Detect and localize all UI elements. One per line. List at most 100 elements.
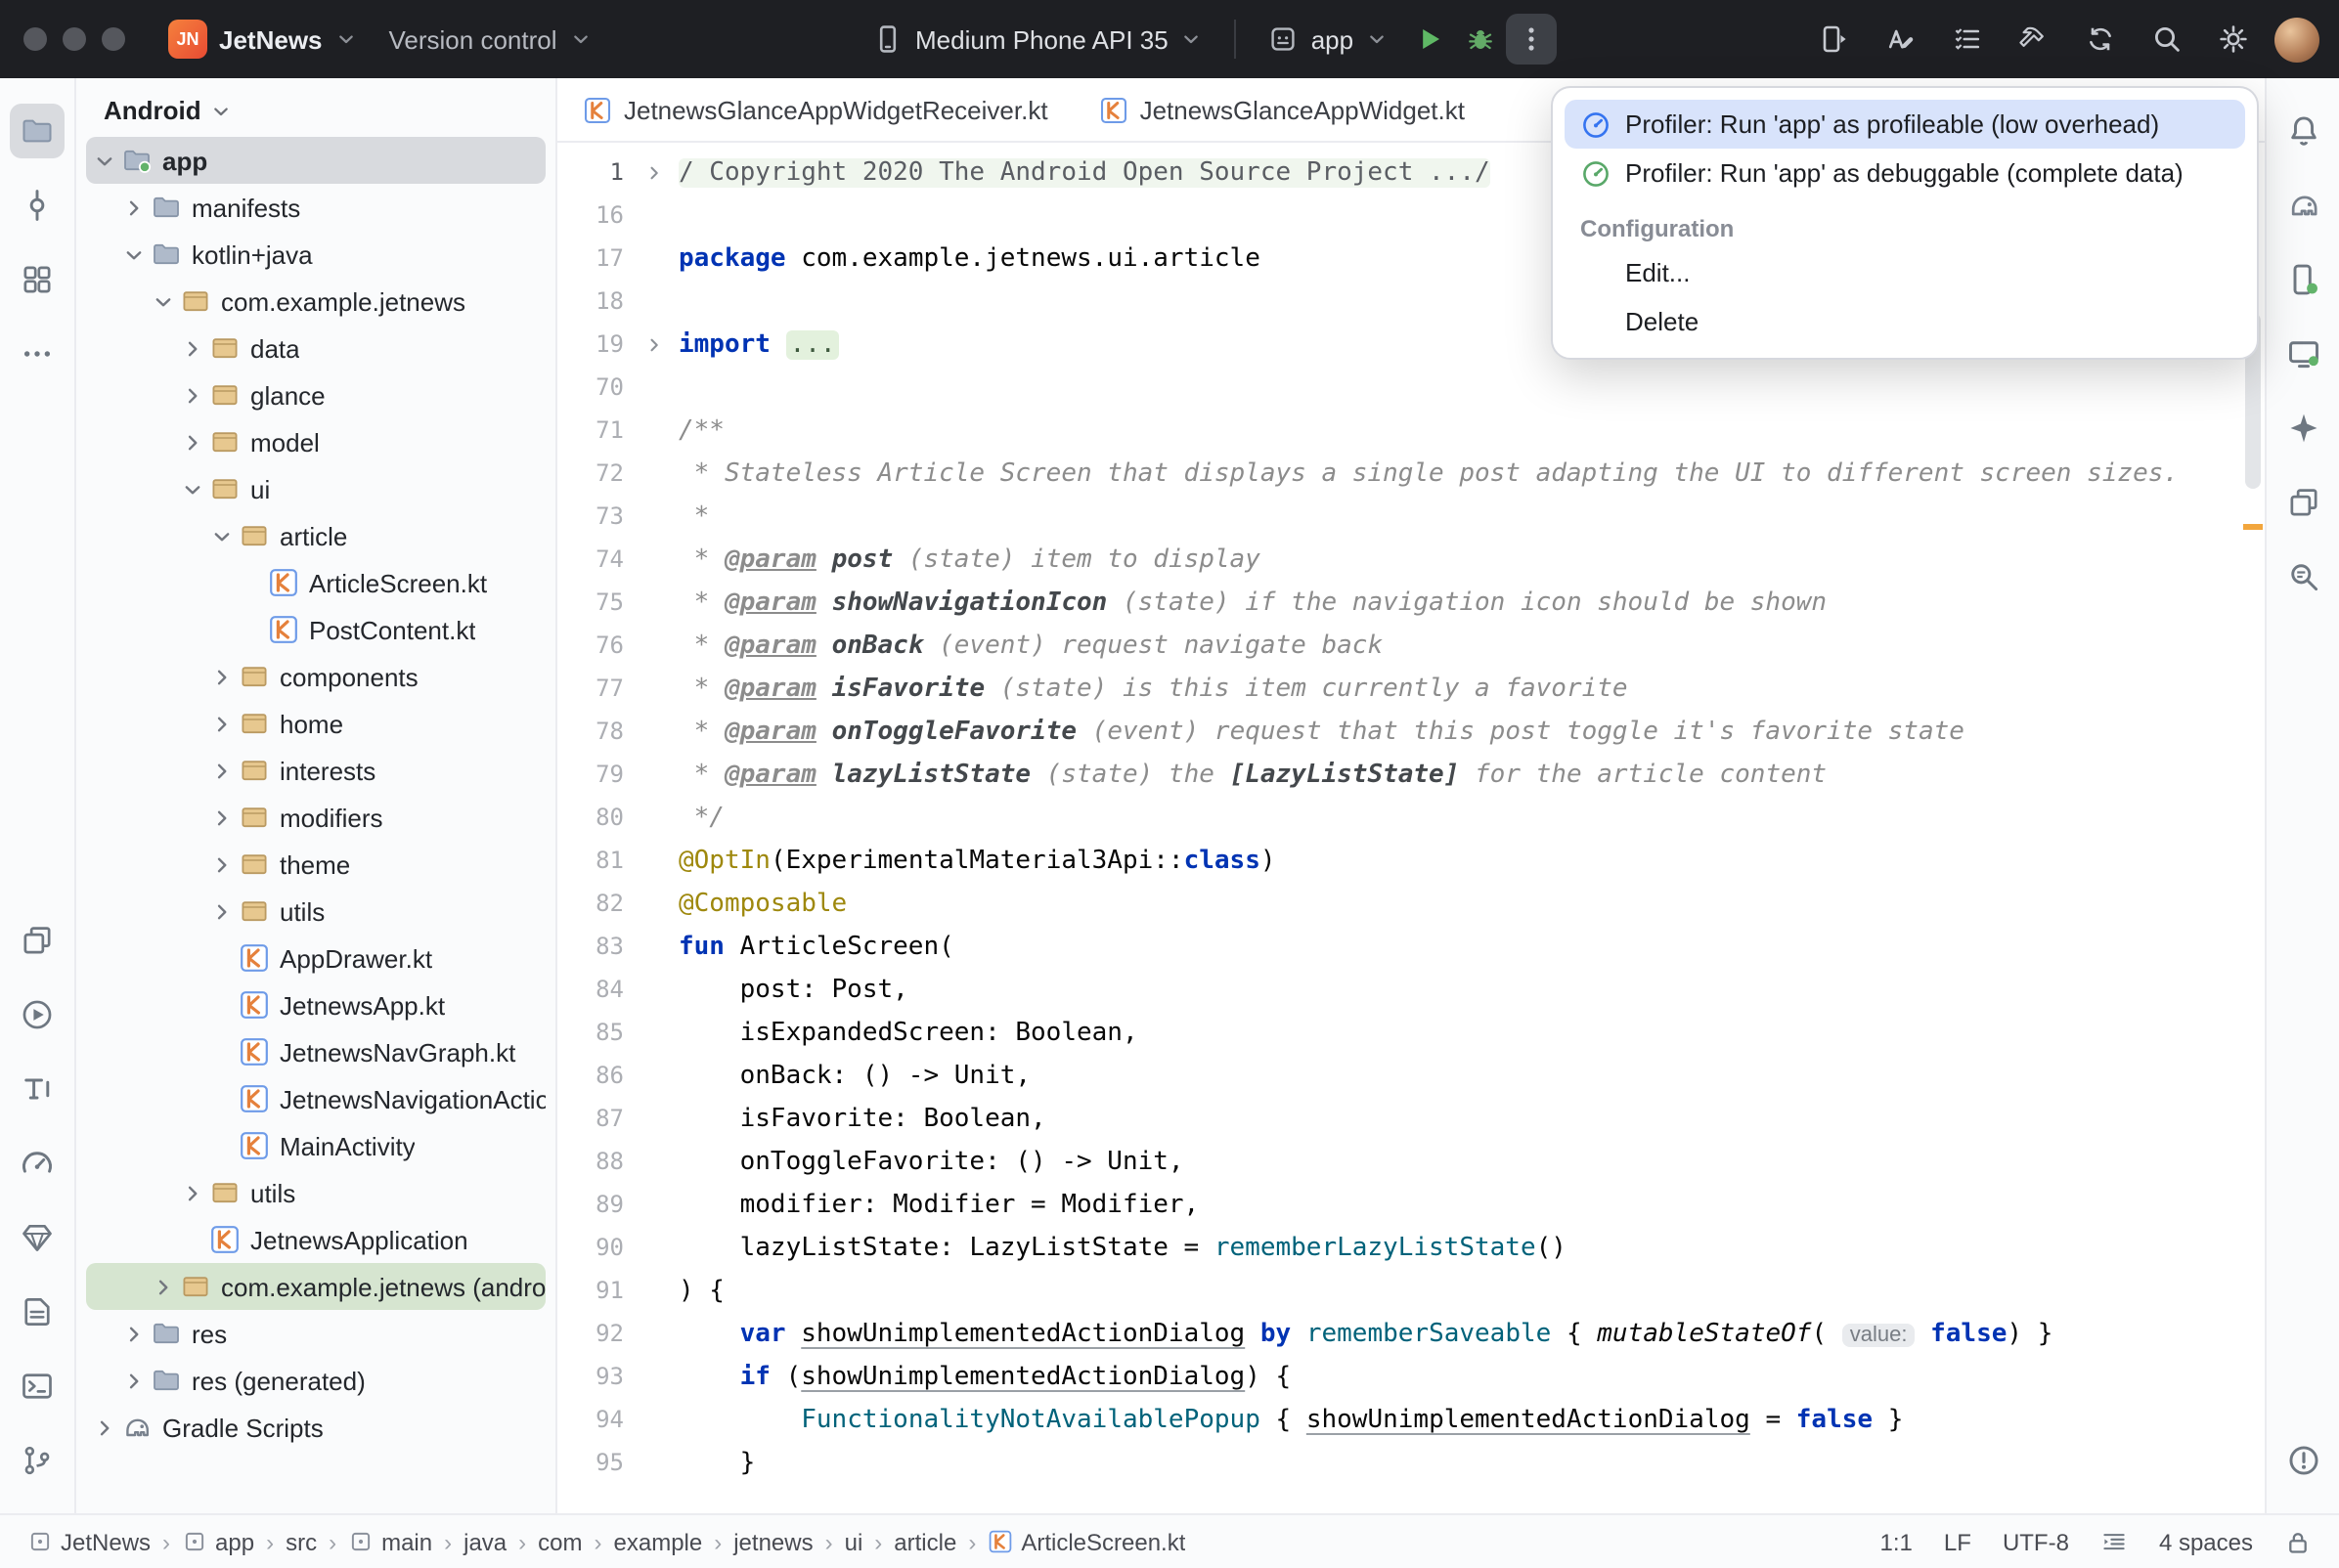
tree-item-res-generated[interactable]: res (generated): [86, 1357, 546, 1404]
code-line-95[interactable]: 95 }: [557, 1441, 2265, 1484]
sync-button[interactable]: [2075, 14, 2126, 65]
code-line-76[interactable]: 76 * @param onBack (event) request navig…: [557, 624, 2265, 667]
chevron-right-icon[interactable]: [207, 849, 237, 880]
tree-item-components[interactable]: components: [86, 653, 546, 700]
breadcrumb-item-main[interactable]: main: [348, 1528, 432, 1555]
version-control-button[interactable]: [10, 1433, 65, 1488]
problems-button[interactable]: [2275, 1433, 2330, 1488]
chevron-right-icon[interactable]: [90, 1412, 119, 1443]
chevron-right-icon[interactable]: [207, 755, 237, 786]
code-line-87[interactable]: 87 isFavorite: Boolean,: [557, 1097, 2265, 1140]
find-button[interactable]: [2275, 549, 2330, 604]
tree-item-mainactivity[interactable]: MainActivity: [86, 1122, 546, 1169]
user-avatar[interactable]: [2274, 17, 2319, 62]
tree-item-jetnewsapplication[interactable]: JetnewsApplication: [86, 1216, 546, 1263]
tree-item-appdrawer-kt[interactable]: AppDrawer.kt: [86, 935, 546, 981]
fold-arrow-icon[interactable]: [643, 161, 679, 183]
chevron-down-icon[interactable]: [207, 520, 237, 551]
run-button[interactable]: [1404, 14, 1455, 65]
code-line-75[interactable]: 75 * @param showNavigationIcon (state) i…: [557, 581, 2265, 624]
indent-icon[interactable]: [2100, 1528, 2128, 1555]
chevron-right-icon[interactable]: [178, 426, 207, 457]
tree-item-jetnewsnavgraph-kt[interactable]: JetnewsNavGraph.kt: [86, 1028, 546, 1075]
code-line-81[interactable]: 81@OptIn(ExperimentalMaterial3Api::class…: [557, 839, 2265, 882]
popup-item-edit[interactable]: Edit...: [1565, 248, 2245, 297]
chevron-right-icon[interactable]: [207, 708, 237, 739]
tree-item-articlescreen-kt[interactable]: ArticleScreen.kt: [86, 559, 546, 606]
tree-item-theme[interactable]: theme: [86, 841, 546, 888]
tree-item-com-example-jetnews[interactable]: com.example.jetnews: [86, 278, 546, 325]
settings-button[interactable]: [2208, 14, 2259, 65]
logcat-button[interactable]: [10, 1285, 65, 1339]
breadcrumb-item-src[interactable]: src: [286, 1528, 317, 1555]
device-selector[interactable]: Medium Phone API 35: [857, 16, 1219, 63]
editor-tab-jetnewsglanceappwidgetreceiver-kt[interactable]: JetnewsGlanceAppWidgetReceiver.kt: [557, 78, 1074, 142]
chevron-down-icon[interactable]: [119, 239, 149, 270]
more-tool-windows-button[interactable]: [10, 327, 65, 381]
fold-arrow-icon[interactable]: [643, 333, 679, 355]
code-line-73[interactable]: 73 *: [557, 495, 2265, 538]
code-line-77[interactable]: 77 * @param isFavorite (state) is this i…: [557, 667, 2265, 710]
assistant-button[interactable]: [1876, 14, 1926, 65]
chevron-right-icon[interactable]: [178, 379, 207, 411]
code-line-71[interactable]: 71/**: [557, 409, 2265, 452]
breadcrumb-item-article[interactable]: article: [894, 1528, 956, 1555]
layout-inspector-button[interactable]: [2275, 475, 2330, 530]
tree-item-res[interactable]: res: [86, 1310, 546, 1357]
code-line-88[interactable]: 88 onToggleFavorite: () -> Unit,: [557, 1140, 2265, 1183]
build-button[interactable]: [2008, 14, 2059, 65]
code-line-79[interactable]: 79 * @param lazyListState (state) the [L…: [557, 753, 2265, 796]
tree-item-app[interactable]: app: [86, 137, 546, 184]
chevron-right-icon[interactable]: [207, 895, 237, 927]
tree-item-interests[interactable]: interests: [86, 747, 546, 794]
running-devices-button[interactable]: [2275, 327, 2330, 381]
breadcrumb-item-jetnews[interactable]: jetnews: [733, 1528, 813, 1555]
tree-item-com-example-jetnews-androidtest[interactable]: com.example.jetnews (androidTest): [86, 1263, 546, 1310]
structure-button[interactable]: [10, 252, 65, 307]
run-tool-button[interactable]: [10, 987, 65, 1042]
code-line-83[interactable]: 83fun ArticleScreen(: [557, 925, 2265, 968]
profiler-button[interactable]: [10, 1136, 65, 1191]
code-line-92[interactable]: 92 var showUnimplementedActionDialog by …: [557, 1312, 2265, 1355]
popup-item-profiler-run-app-as-debuggable-complete-[interactable]: Profiler: Run 'app' as debuggable (compl…: [1565, 149, 2245, 197]
chevron-down-icon[interactable]: [149, 285, 178, 317]
app-inspection-button[interactable]: [10, 1210, 65, 1265]
chevron-right-icon[interactable]: [207, 802, 237, 833]
gemini-button[interactable]: [2275, 401, 2330, 456]
chevron-right-icon[interactable]: [149, 1271, 178, 1302]
code-line-72[interactable]: 72 * Stateless Article Screen that displ…: [557, 452, 2265, 495]
tree-item-kotlin-java[interactable]: kotlin+java: [86, 231, 546, 278]
build-variants-button[interactable]: [10, 913, 65, 968]
code-line-80[interactable]: 80 */: [557, 796, 2265, 839]
checklist-button[interactable]: [1942, 14, 1993, 65]
run-config-selector[interactable]: app: [1253, 16, 1404, 63]
indent-size[interactable]: 4 spaces: [2159, 1528, 2253, 1555]
tree-item-article[interactable]: article: [86, 512, 546, 559]
line-separator[interactable]: LF: [1944, 1528, 1971, 1555]
tree-item-modifiers[interactable]: modifiers: [86, 794, 546, 841]
chevron-right-icon[interactable]: [119, 1365, 149, 1396]
window-close-button[interactable]: [23, 27, 47, 51]
chevron-right-icon[interactable]: [119, 1318, 149, 1349]
tree-item-postcontent-kt[interactable]: PostContent.kt: [86, 606, 546, 653]
todo-button[interactable]: [10, 1062, 65, 1116]
breadcrumb-item-app[interactable]: app: [182, 1528, 254, 1555]
project-view-selector[interactable]: Android: [76, 78, 555, 137]
search-button[interactable]: [2141, 14, 2192, 65]
tree-item-manifests[interactable]: manifests: [86, 184, 546, 231]
window-minimize-button[interactable]: [63, 27, 86, 51]
breadcrumb-item-jetnews[interactable]: JetNews: [27, 1528, 151, 1555]
commit-button[interactable]: [10, 178, 65, 233]
tree-item-utils[interactable]: utils: [86, 888, 546, 935]
tree-item-utils[interactable]: utils: [86, 1169, 546, 1216]
code-line-90[interactable]: 90 lazyListState: LazyListState = rememb…: [557, 1226, 2265, 1269]
notifications-button[interactable]: [2275, 104, 2330, 158]
code-line-84[interactable]: 84 post: Post,: [557, 968, 2265, 1011]
window-zoom-button[interactable]: [102, 27, 125, 51]
gradle-button[interactable]: [2275, 178, 2330, 233]
code-line-89[interactable]: 89 modifier: Modifier = Modifier,: [557, 1183, 2265, 1226]
tree-item-gradle-scripts[interactable]: Gradle Scripts: [86, 1404, 546, 1451]
project-widget[interactable]: JN JetNews: [153, 12, 374, 66]
chevron-right-icon[interactable]: [178, 1177, 207, 1208]
code-line-82[interactable]: 82@Composable: [557, 882, 2265, 925]
